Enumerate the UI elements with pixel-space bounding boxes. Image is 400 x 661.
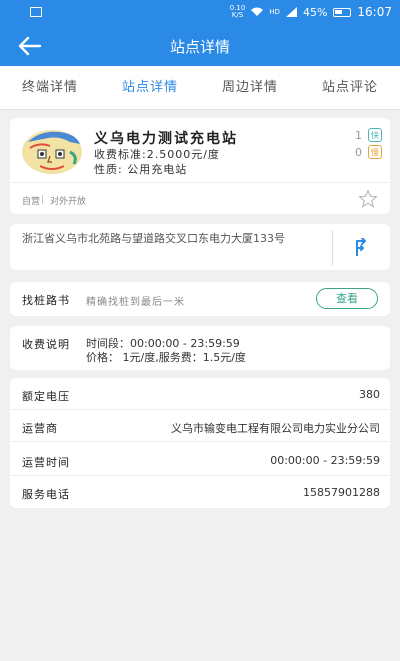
info-key: 额定电压	[22, 390, 70, 403]
station-name: 义乌电力测试充电站	[94, 131, 238, 147]
address-card: 浙江省义乌市北苑路与望道路交叉口东电力大厦133号	[10, 224, 390, 270]
network-type: HD	[269, 8, 280, 16]
service-phone-number[interactable]: 15857901288	[303, 486, 380, 499]
station-type: 性质: 公用充电站	[94, 163, 188, 176]
divider	[10, 182, 390, 183]
tab-station-comments[interactable]: 站点评论	[300, 66, 400, 109]
signal-icon	[285, 7, 297, 17]
fee-description-card: 收费说明 时间段：00:00:00 - 23:59:59 价格： 1元/度,服务…	[10, 326, 390, 370]
status-bar: 0.10 K/S HD 45% 16:07	[0, 0, 400, 26]
info-row-rated-voltage: 额定电压 380	[10, 378, 390, 410]
title-bar: 站点详情	[0, 26, 400, 66]
info-key: 服务电话	[22, 488, 70, 501]
fast-charger-count: 1	[355, 129, 362, 142]
fee-price: 价格： 1元/度,服务费：1.5元/度	[86, 351, 246, 364]
slow-charger-count: 0	[355, 146, 362, 159]
slow-charger-icon: 慢	[368, 145, 382, 159]
info-value: 380	[359, 388, 380, 401]
tag-separator	[42, 195, 43, 204]
divider	[332, 230, 333, 266]
fast-charger-icon: 快	[368, 128, 382, 142]
wifi-icon	[251, 7, 264, 16]
info-row-operator: 运营商 义乌市输变电工程有限公司电力实业分公司	[10, 410, 390, 442]
image-notification-icon	[30, 7, 42, 17]
view-guide-button[interactable]: 查看	[316, 288, 378, 309]
favorite-star-icon[interactable]	[358, 189, 378, 209]
navigation-icon[interactable]	[354, 238, 370, 256]
tab-terminal-details[interactable]: 终端详情	[0, 66, 100, 109]
tab-nearby-details[interactable]: 周边详情	[200, 66, 300, 109]
station-logo	[22, 130, 82, 174]
info-value: 义乌市输变电工程有限公司电力实业分公司	[171, 422, 380, 435]
info-key: 运营时间	[22, 456, 70, 469]
tag-self-operated: 自营	[22, 197, 41, 207]
battery-percent: 45%	[302, 5, 328, 19]
info-value: 00:00:00 - 23:59:59	[270, 454, 380, 467]
battery-icon	[333, 7, 352, 17]
station-info-card: 额定电压 380 运营商 义乌市输变电工程有限公司电力实业分公司 运营时间 00…	[10, 378, 390, 508]
station-address: 浙江省义乌市北苑路与望道路交叉口东电力大厦133号	[22, 232, 285, 245]
clock: 16:07	[357, 5, 392, 19]
status-indicators: 0.10 K/S HD 45% 16:07	[229, 4, 392, 20]
info-key: 运营商	[22, 422, 58, 435]
page-title: 站点详情	[169, 38, 230, 56]
network-speed: 0.10 K/S	[229, 4, 246, 19]
tab-bar: 终端详情 站点详情 周边详情 站点评论	[0, 66, 400, 110]
tag-open-public: 对外开放	[50, 197, 87, 207]
info-row-service-phone: 服务电话 15857901288	[10, 476, 390, 508]
fee-description-label: 收费说明	[22, 338, 70, 351]
pile-guide-card: 找桩路书 精确找桩到最后一米 查看	[10, 282, 390, 316]
station-card: 义乌电力测试充电站 收费标准:2.5000元/度 性质: 公用充电站 1 快 0…	[10, 118, 390, 214]
info-row-operating-hours: 运营时间 00:00:00 - 23:59:59	[10, 444, 390, 476]
guide-label: 找桩路书	[22, 294, 70, 307]
divider	[10, 441, 390, 442]
guide-description: 精确找桩到最后一米	[86, 297, 185, 308]
tab-station-details[interactable]: 站点详情	[100, 66, 200, 109]
fee-standard: 收费标准:2.5000元/度	[94, 148, 220, 161]
